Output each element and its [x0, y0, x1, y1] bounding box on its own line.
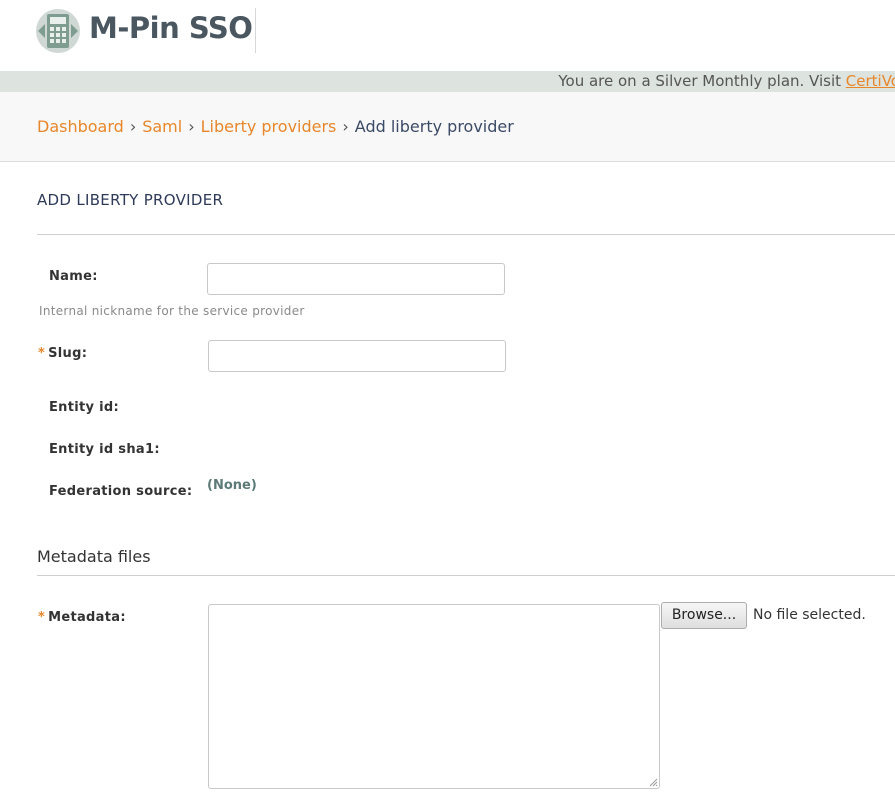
page-title: ADD LIBERTY PROVIDER — [37, 191, 224, 209]
breadcrumb-liberty-providers[interactable]: Liberty providers — [201, 117, 337, 136]
breadcrumb-current: Add liberty provider — [354, 117, 514, 136]
required-marker: * — [38, 610, 46, 625]
plan-banner-message: You are on a Silver Monthly plan. Visit — [558, 72, 846, 90]
plan-banner: You are on a Silver Monthly plan. Visit … — [0, 71, 895, 92]
slug-label: * Slug: — [38, 346, 87, 361]
breadcrumb-separator: › — [342, 117, 349, 136]
breadcrumb-dashboard[interactable]: Dashboard — [37, 117, 124, 136]
plan-banner-link[interactable]: CertiVo — [846, 72, 895, 90]
breadcrumb-saml[interactable]: Saml — [142, 117, 182, 136]
required-marker: * — [38, 346, 46, 361]
calculator-logo-icon[interactable] — [35, 8, 81, 54]
name-help-text: Internal nickname for the service provid… — [39, 304, 305, 318]
resize-grip-icon[interactable] — [648, 777, 658, 787]
slug-input[interactable] — [208, 340, 506, 372]
header: M-Pin SSO — [0, 0, 895, 71]
name-label: Name: — [49, 269, 98, 284]
federation-source-value: (None) — [207, 478, 257, 493]
metadata-section-title: Metadata files — [37, 547, 151, 566]
browse-button[interactable]: Browse... — [661, 602, 747, 629]
metadata-textarea[interactable] — [208, 604, 660, 789]
federation-source-label: Federation source: — [49, 484, 193, 499]
brand-name[interactable]: M-Pin SSO — [89, 11, 253, 45]
breadcrumb-bar: Dashboard › Saml › Liberty providers › Add lib… — [0, 92, 895, 162]
breadcrumb-separator: › — [129, 117, 137, 136]
entity-id-label: Entity id: — [49, 400, 119, 415]
name-input[interactable] — [207, 263, 505, 295]
header-divider — [255, 8, 256, 53]
file-status-text: No file selected. — [753, 607, 866, 623]
breadcrumb: Dashboard › Saml › Liberty providers › Add lib… — [37, 117, 514, 136]
metadata-label: * Metadata: — [38, 610, 126, 625]
title-divider — [37, 234, 895, 235]
plan-banner-text: You are on a Silver Monthly plan. Visit … — [558, 72, 895, 90]
slug-label-text: Slug: — [48, 346, 88, 361]
metadata-divider — [37, 575, 895, 576]
breadcrumb-separator: › — [188, 117, 195, 136]
entity-id-sha1-label: Entity id sha1: — [49, 442, 160, 457]
metadata-label-text: Metadata: — [48, 610, 126, 625]
